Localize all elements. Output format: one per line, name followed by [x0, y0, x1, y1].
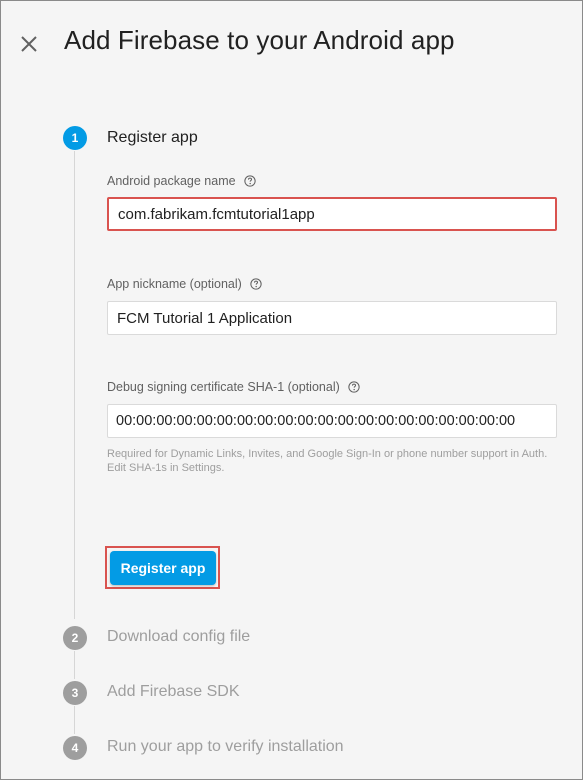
package-name-input[interactable]: com.fabrikam.fcmtutorial1app: [107, 197, 557, 231]
nickname-label: App nickname (optional): [107, 277, 262, 291]
nickname-label-text: App nickname (optional): [107, 277, 242, 291]
nickname-input[interactable]: FCM Tutorial 1 Application: [107, 301, 557, 335]
step-number-4: 4: [63, 736, 87, 760]
step-rail: [74, 706, 75, 734]
sha1-input[interactable]: 00:00:00:00:00:00:00:00:00:00:00:00:00:0…: [107, 404, 557, 438]
step-number-3: 3: [63, 681, 87, 705]
step-rail: [74, 651, 75, 679]
close-icon: [21, 36, 37, 52]
step-rail: [74, 151, 75, 619]
step-number-2: 2: [63, 626, 87, 650]
register-app-button[interactable]: Register app: [110, 551, 216, 585]
step-title-run-app: Run your app to verify installation: [107, 738, 344, 755]
help-icon[interactable]: [250, 278, 262, 290]
package-name-label-text: Android package name: [107, 174, 236, 188]
step-title-download-config: Download config file: [107, 628, 251, 645]
step-number-1: 1: [63, 126, 87, 150]
dialog-title: Add Firebase to your Android app: [64, 25, 455, 55]
dialog: Add Firebase to your Android app 1 Regis…: [0, 0, 583, 780]
step-title-register-app: Register app: [107, 129, 198, 146]
sha1-label: Debug signing certificate SHA-1 (optiona…: [107, 380, 360, 394]
package-name-label: Android package name: [107, 174, 256, 188]
sha1-hint: Required for Dynamic Links, Invites, and…: [107, 448, 548, 474]
help-icon[interactable]: [348, 381, 360, 393]
sha1-label-text: Debug signing certificate SHA-1 (optiona…: [107, 380, 340, 394]
close-button[interactable]: [17, 32, 41, 56]
help-icon[interactable]: [243, 175, 256, 187]
step-title-add-sdk: Add Firebase SDK: [107, 683, 240, 700]
